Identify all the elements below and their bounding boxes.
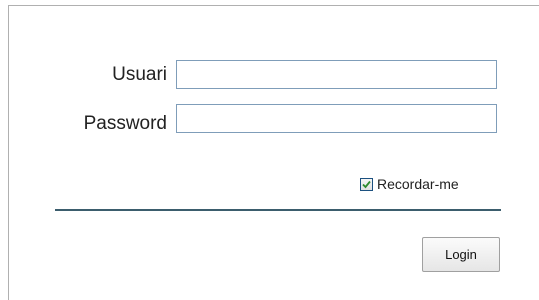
login-panel: Usuari Password Recordar-me Login [8,5,539,300]
checkmark-icon [362,180,371,188]
remember-me-label: Recordar-me [377,176,459,192]
password-input[interactable] [176,104,497,133]
divider [55,209,501,211]
password-label: Password [83,113,167,134]
username-label: Usuari [112,64,167,85]
username-input[interactable] [176,60,497,89]
remember-me-option[interactable]: Recordar-me [360,174,459,194]
login-button[interactable]: Login [422,237,500,272]
remember-me-checkbox[interactable] [360,177,373,191]
